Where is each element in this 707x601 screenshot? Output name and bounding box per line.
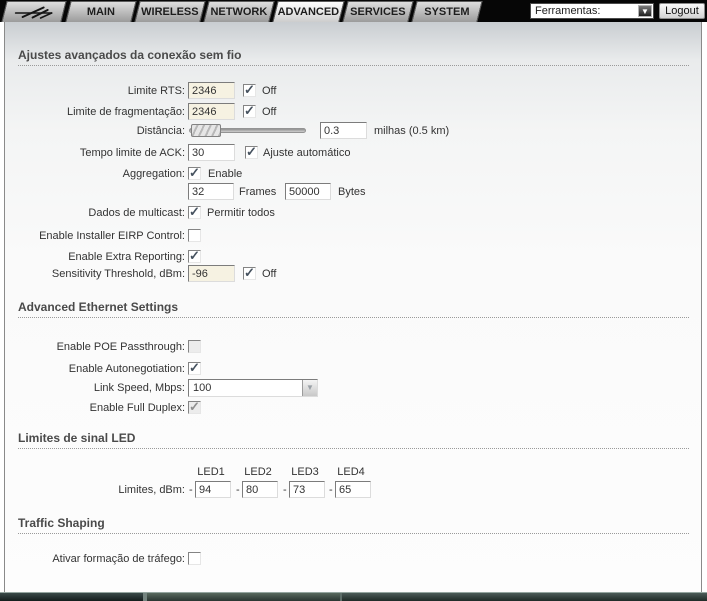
led4-threshold-input[interactable] [335,481,371,498]
traffic-shaping-checkbox[interactable] [188,552,201,565]
aggregation-frames-label: Frames [239,186,277,198]
distance-slider-handle[interactable] [191,124,221,137]
frag-off-checkbox[interactable] [243,103,256,119]
tools-dropdown[interactable]: Ferramentas: ▼ [530,3,654,19]
sensitivity-off-label: Off [262,268,277,280]
os-taskbar-edge [0,592,707,601]
top-navbar: MAIN WIRELESS NETWORK ADVANCED SERVICES … [0,0,707,22]
link-speed-arrow-icon: ▼ [302,380,317,396]
led-thresholds-row: Limites, dBm: - - - - [5,481,701,500]
rts-off-label: Off [262,85,277,97]
led2-column-header: LED2 [244,466,272,478]
led-thresholds-label: Limites, dBm: [118,484,185,496]
section-title-wireless-advanced: Ajustes avançados da conexão sem fio [18,48,689,66]
led1-minus-sign: - [189,484,193,496]
led1-threshold-input[interactable] [195,481,231,498]
aggregation-bytes-label: Bytes [338,186,366,198]
distance-label: Distância: [136,125,185,137]
ack-timeout-input[interactable] [188,144,235,161]
tab-services[interactable]: SERVICES [342,1,414,22]
logout-button[interactable]: Logout [659,3,705,19]
autonegotiation-label: Enable Autonegotiation: [68,363,185,375]
sensitivity-off-checkbox[interactable] [243,265,256,281]
led2-threshold-input[interactable] [242,481,278,498]
led4-minus-sign: - [329,484,333,496]
sensitivity-label: Sensitivity Threshold, dBm: [51,268,185,280]
extra-reporting-checkbox[interactable] [188,248,201,264]
led2-minus-sign: - [236,484,240,496]
distance-slider[interactable] [189,124,306,137]
airos-advanced-page: MAIN WIRELESS NETWORK ADVANCED SERVICES … [0,0,707,601]
eirp-control-label: Enable Installer EIRP Control: [39,230,185,242]
full-duplex-checkbox [188,399,201,415]
tools-dropdown-label: Ferramentas: [535,5,601,17]
autonegotiation-checkbox[interactable] [188,360,201,376]
distance-unit-label: milhas (0.5 km) [374,125,450,137]
ubiquiti-logo-icon [5,2,63,24]
section-title-traffic-shaping: Traffic Shaping [18,516,689,534]
link-speed-label: Link Speed, Mbps: [93,382,185,394]
logo-tab[interactable] [1,1,67,24]
distance-row: Distância: milhas (0.5 km) [5,122,701,141]
aggregation-frames-input[interactable] [188,183,234,200]
link-speed-select: 100 ▼ [188,379,318,397]
tab-wireless[interactable]: WIRELESS [134,1,206,22]
traffic-shaping-label: Ativar formação de tráfego: [52,553,185,565]
tab-network[interactable]: NETWORK [203,1,275,22]
multicast-label: Dados de multicast: [88,207,185,219]
ack-timeout-row: Tempo limite de ACK: Ajuste automático [5,144,701,163]
frag-off-label: Off [262,106,277,118]
poe-passthrough-checkbox [188,340,201,353]
tab-advanced[interactable]: ADVANCED [272,1,345,22]
aggregation-enable-checkbox[interactable] [188,165,201,181]
led1-column-header: LED1 [197,466,225,478]
led3-column-header: LED3 [291,466,319,478]
extra-reporting-label: Enable Extra Reporting: [68,251,185,263]
eirp-control-checkbox[interactable] [188,229,201,242]
frag-limit-row: Limite de fragmentação: Off [5,103,701,122]
aggregation-label: Aggregation: [122,168,185,180]
rts-off-checkbox[interactable] [243,82,256,98]
rts-limit-label: Limite RTS: [127,85,185,97]
eirp-control-row: Enable Installer EIRP Control: [5,227,701,246]
led3-threshold-input[interactable] [289,481,325,498]
ack-auto-checkbox[interactable] [245,144,258,160]
ack-auto-label: Ajuste automático [263,147,351,159]
link-speed-value: 100 [193,382,212,394]
poe-passthrough-row: Enable POE Passthrough: [5,338,701,357]
tab-system[interactable]: SYSTEM [411,1,483,22]
multicast-row: Dados de multicast: Permitir todos [5,204,701,223]
autonegotiation-row: Enable Autonegotiation: [5,360,701,379]
rts-limit-row: Limite RTS: Off [5,82,701,101]
full-duplex-label: Enable Full Duplex: [89,402,185,414]
ack-timeout-label: Tempo limite de ACK: [79,147,185,159]
led4-column-header: LED4 [337,466,365,478]
distance-input[interactable] [320,122,367,139]
sensitivity-input [188,265,235,282]
section-title-led: Limites de sinal LED [18,431,689,449]
multicast-allow-checkbox[interactable] [188,204,201,220]
aggregation-bytes-input[interactable] [285,183,331,200]
traffic-shaping-row: Ativar formação de tráfego: [5,550,701,569]
led3-minus-sign: - [283,484,287,496]
aggregation-values-row: Frames Bytes [5,183,701,202]
multicast-allow-label: Permitir todos [207,207,275,219]
sensitivity-row: Sensitivity Threshold, dBm: Off [5,265,701,284]
rts-limit-input [188,82,235,99]
link-speed-row: Link Speed, Mbps: 100 ▼ [5,379,701,398]
full-duplex-row: Enable Full Duplex: [5,399,701,418]
tools-dropdown-arrow-icon[interactable]: ▼ [638,5,652,17]
frag-limit-label: Limite de fragmentação: [66,106,185,118]
aggregation-row: Aggregation: Enable [5,165,701,184]
tab-main[interactable]: MAIN [65,1,137,22]
poe-passthrough-label: Enable POE Passthrough: [56,341,185,353]
frag-limit-input [188,103,235,120]
section-title-ethernet: Advanced Ethernet Settings [18,300,689,318]
aggregation-enable-label: Enable [208,168,243,180]
content-panel: Ajustes avançados da conexão sem fio Lim… [4,22,702,592]
